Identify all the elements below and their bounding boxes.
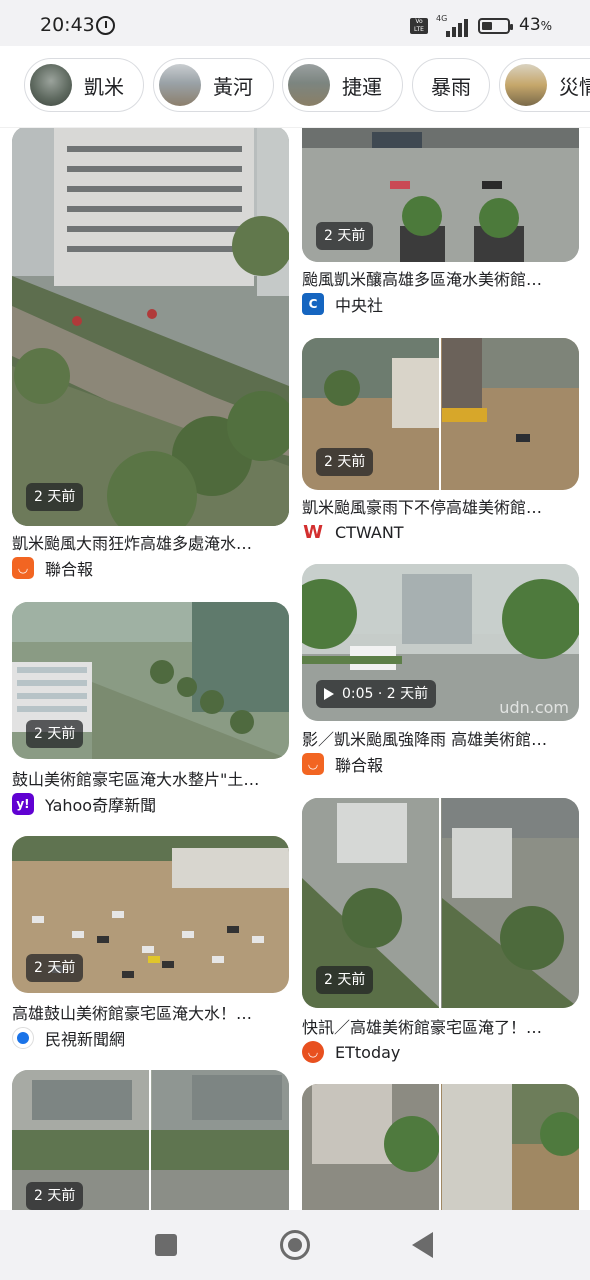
result-card[interactable]: 0:05 · 2 天前 udn.com 影／凱米颱風強降雨 高雄美術館… ◡ 聯… [302, 564, 579, 782]
signal-icon [436, 15, 470, 37]
battery-percent: 43% [519, 15, 553, 35]
result-thumbnail[interactable] [302, 1084, 579, 1210]
chip-thumbnail [30, 64, 72, 106]
time-badge: 2 天前 [26, 483, 84, 511]
source-name: 聯合報 [335, 756, 384, 775]
result-thumbnail[interactable]: 2 天前 [12, 602, 289, 759]
result-source[interactable]: ◡ ETtoday [302, 1040, 400, 1064]
back-icon[interactable] [412, 1232, 433, 1258]
udn-icon: ◡ [12, 557, 34, 579]
result-card[interactable]: 2 天前 凱米颱風大雨狂炸高雄多處淹水… ◡ 聯合報 [12, 128, 289, 580]
result-caption[interactable]: 颱風凱米釀高雄多區淹水美術館… [302, 266, 579, 290]
related-search-chips: 凱米 黃河 捷運 暴雨 災情 [0, 46, 590, 128]
result-source[interactable]: 民視新聞網 [12, 1026, 125, 1050]
result-card[interactable]: 2 天前 快訊／高雄美術館豪宅區淹了！… ◡ ETtoday [302, 798, 579, 1063]
source-name: Yahoo奇摩新聞 [45, 796, 157, 815]
time-badge: 2 天前 [316, 448, 374, 476]
watermark: udn.com [499, 698, 569, 717]
home-icon[interactable] [280, 1230, 310, 1260]
result-card[interactable]: 2 天前 [12, 1070, 289, 1210]
chip-disaster[interactable]: 災情 [499, 58, 590, 112]
result-caption[interactable]: 影／凱米颱風強降雨 高雄美術館… [302, 726, 579, 750]
result-source[interactable]: W CTWANT [302, 520, 404, 544]
time-badge: 2 天前 [26, 954, 84, 982]
result-card[interactable]: 2 天前 鼓山美術館豪宅區淹大水整片"土… y! Yahoo奇摩新聞 [12, 602, 289, 820]
status-bar: 20:43 Vo LTE 4G 43% [0, 0, 590, 46]
result-card[interactable]: 2 天前 高雄鼓山美術館豪宅區淹大水！… 民視新聞網 [12, 836, 289, 1054]
ftv-icon [12, 1027, 34, 1049]
time-badge: 2 天前 [26, 720, 84, 748]
time-badge: 2 天前 [26, 1182, 84, 1210]
result-source[interactable]: ◡ 聯合報 [302, 752, 383, 776]
udn-icon: ◡ [302, 753, 324, 775]
ettoday-icon: ◡ [302, 1041, 324, 1063]
chip-label: 黃河 [213, 74, 253, 99]
chip-mrt[interactable]: 捷運 [282, 58, 403, 112]
chip-label: 暴雨 [431, 74, 471, 99]
chip-label: 災情 [559, 74, 590, 99]
time-badge: 0:05 · 2 天前 [316, 680, 437, 708]
result-source[interactable]: C 中央社 [302, 292, 383, 316]
result-card[interactable]: 2 天前 颱風凱米釀高雄多區淹水美術館… C 中央社 [302, 128, 579, 320]
chip-thumbnail [288, 64, 330, 106]
result-card[interactable] [302, 1084, 579, 1210]
result-thumbnail[interactable]: 2 天前 [12, 128, 289, 526]
result-caption[interactable]: 快訊／高雄美術館豪宅區淹了！… [302, 1014, 579, 1038]
chip-thumbnail [159, 64, 201, 106]
source-name: 聯合報 [45, 560, 94, 579]
source-name: ETtoday [335, 1042, 401, 1062]
battery-icon [478, 18, 513, 34]
chip-label: 凱米 [84, 74, 124, 99]
chip-thumbnail [505, 64, 547, 106]
play-icon [324, 688, 334, 700]
chip-rainstorm[interactable]: 暴雨 [412, 58, 490, 112]
time-badge: 2 天前 [316, 222, 374, 250]
status-time: 20:43 [40, 14, 95, 36]
source-name: 民視新聞網 [45, 1030, 126, 1049]
source-name: CTWANT [335, 522, 404, 542]
result-source[interactable]: y! Yahoo奇摩新聞 [12, 792, 156, 816]
chip-kaemi[interactable]: 凱米 [24, 58, 144, 112]
result-caption[interactable]: 鼓山美術館豪宅區淹大水整片"土… [12, 766, 289, 790]
alarm-icon [96, 16, 115, 35]
image-results-feed[interactable]: 2 天前 凱米颱風大雨狂炸高雄多處淹水… ◡ 聯合報 2 天前 鼓山美術館豪宅區… [0, 128, 590, 1210]
result-thumbnail[interactable]: 2 天前 [12, 1070, 289, 1210]
result-caption[interactable]: 凱米颱風大雨狂炸高雄多處淹水… [12, 530, 289, 554]
time-badge: 2 天前 [316, 966, 374, 994]
result-thumbnail[interactable]: 2 天前 [302, 798, 579, 1008]
result-caption[interactable]: 高雄鼓山美術館豪宅區淹大水！… [12, 1000, 289, 1024]
result-thumbnail[interactable]: 2 天前 [12, 836, 289, 993]
result-caption[interactable]: 凱米颱風豪雨下不停高雄美術館… [302, 494, 579, 518]
result-source[interactable]: ◡ 聯合報 [12, 556, 93, 580]
result-thumbnail[interactable]: 2 天前 [302, 338, 579, 490]
chip-label: 捷運 [342, 74, 382, 99]
ctwant-icon: W [302, 521, 324, 543]
cna-icon: C [302, 293, 324, 315]
yahoo-icon: y! [12, 793, 34, 815]
result-thumbnail[interactable]: 0:05 · 2 天前 udn.com [302, 564, 579, 721]
recents-icon[interactable] [155, 1234, 177, 1256]
navigation-bar [0, 1210, 590, 1280]
volte-icon: Vo LTE [410, 18, 428, 34]
result-card[interactable]: 2 天前 凱米颱風豪雨下不停高雄美術館… W CTWANT [302, 338, 579, 556]
result-thumbnail[interactable]: 2 天前 [302, 128, 579, 262]
chip-yellow-river[interactable]: 黃河 [153, 58, 274, 112]
source-name: 中央社 [335, 296, 384, 315]
